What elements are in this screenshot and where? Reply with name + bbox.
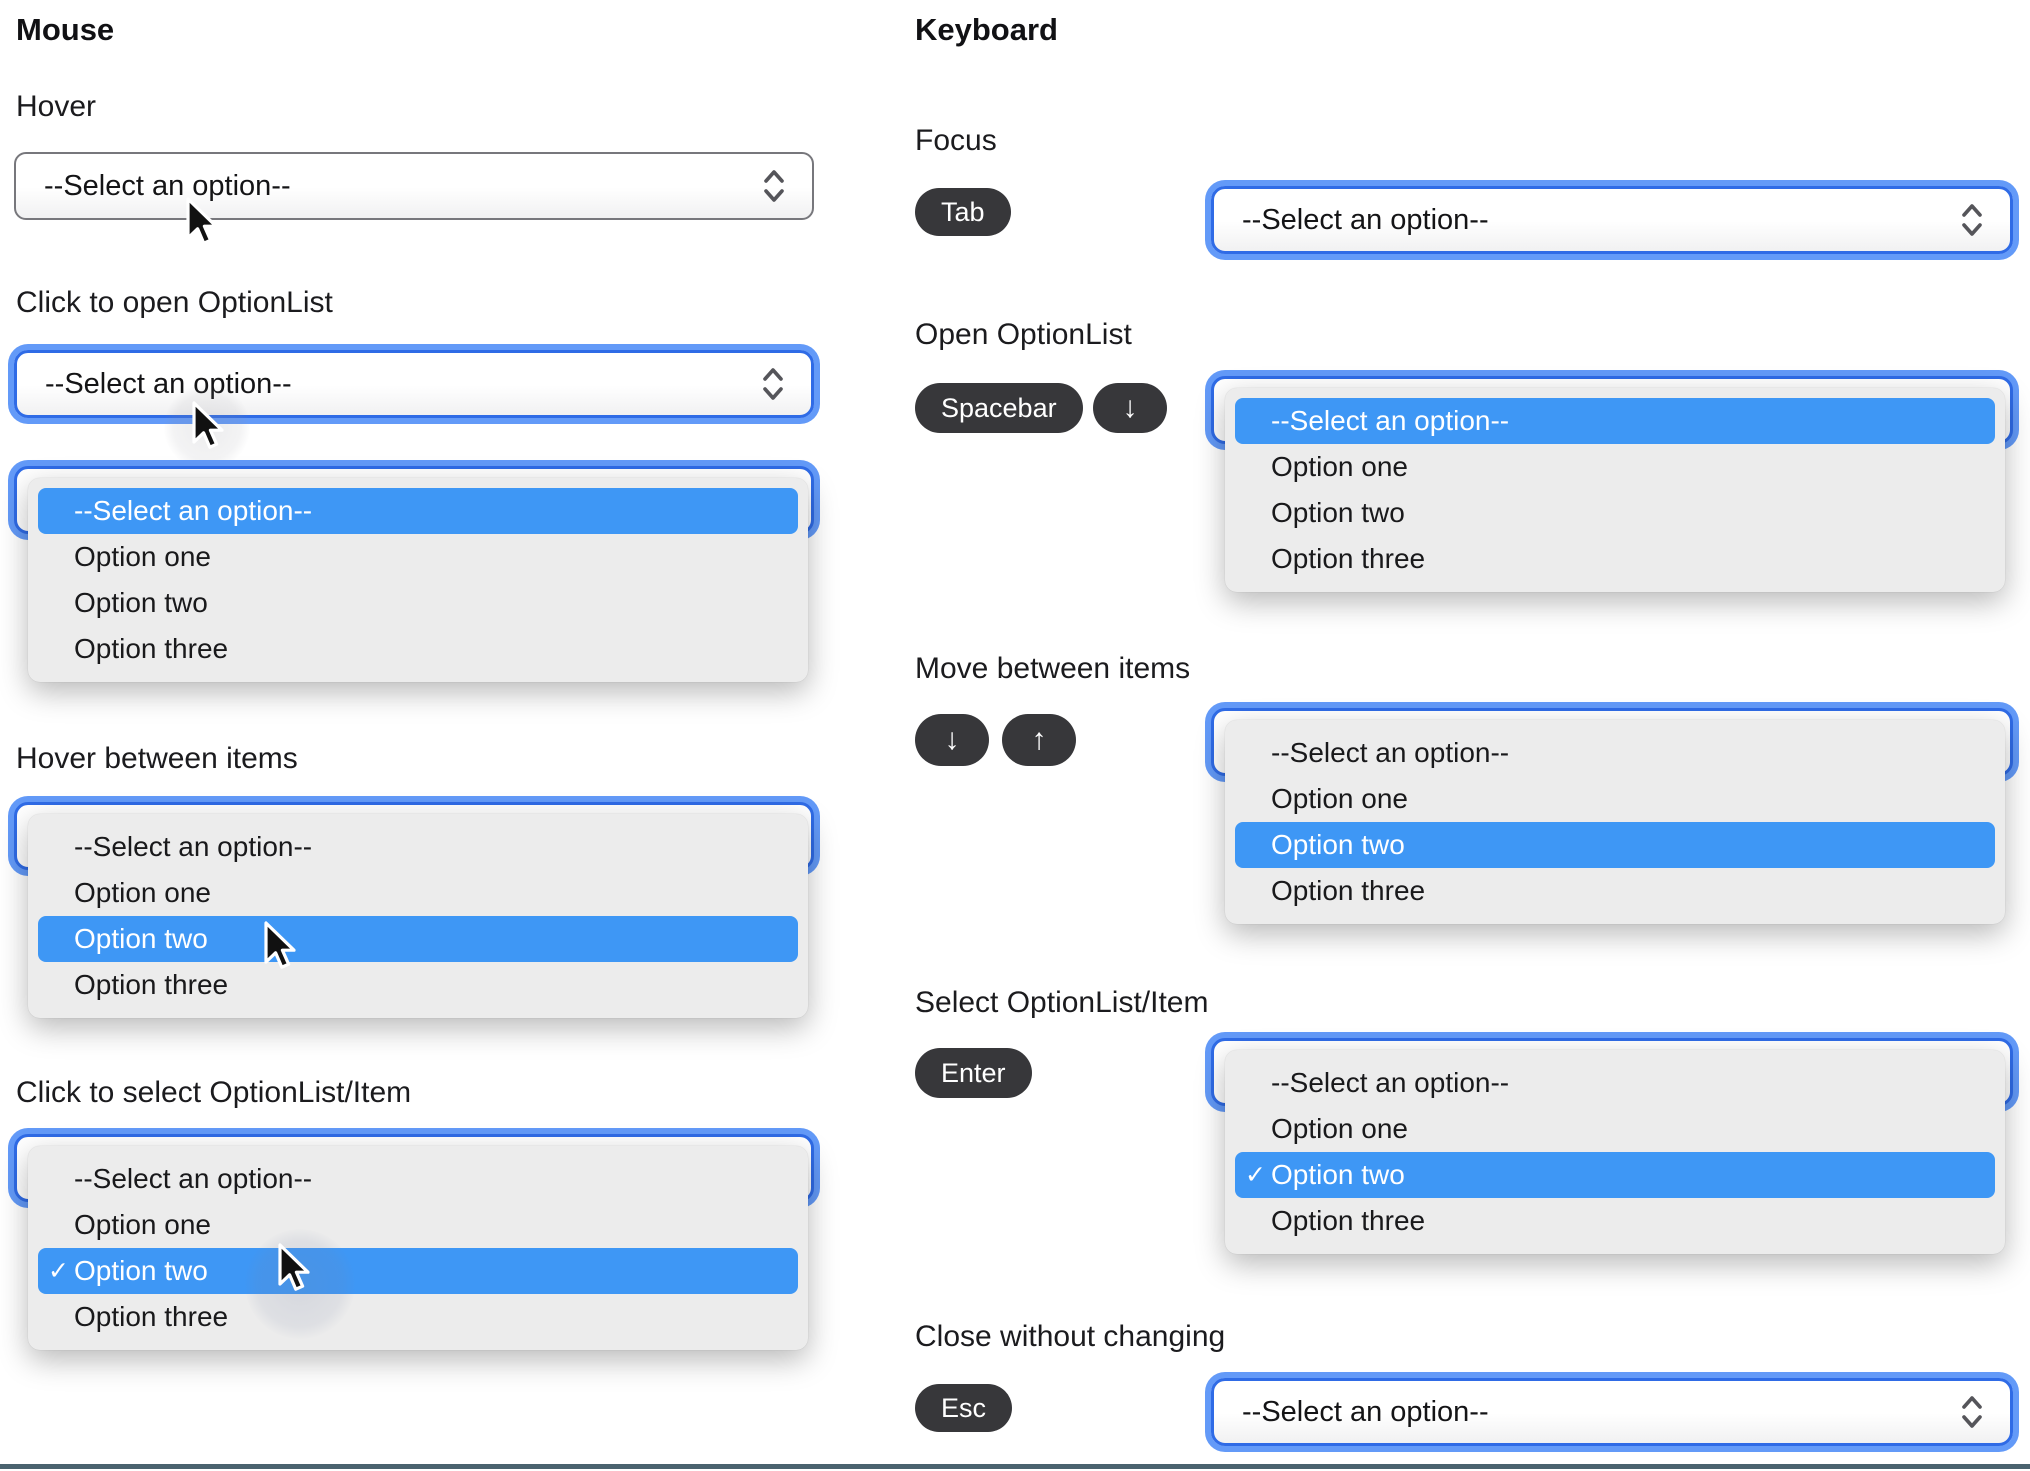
option-row[interactable]: Option two — [1235, 822, 1995, 868]
option-label: --Select an option-- — [74, 495, 313, 526]
option-label: Option two — [1271, 1159, 1405, 1190]
option-label: --Select an option-- — [74, 1163, 313, 1194]
option-label: Option three — [74, 1301, 229, 1332]
select-value: --Select an option-- — [1242, 203, 1489, 236]
optionlist-panel: --Select an option-- Option one Option t… — [28, 478, 808, 682]
option-label: Option two — [1271, 497, 1405, 528]
option-row[interactable]: Option three — [1235, 868, 1995, 914]
option-row[interactable]: Option three — [1235, 1198, 1995, 1244]
option-label: Option three — [1271, 1205, 1426, 1236]
optionlist-panel: --Select an option-- Option one ✓ Option … — [28, 1146, 808, 1350]
option-row[interactable]: Option two — [38, 916, 798, 962]
key-tab: Tab — [915, 188, 1011, 236]
option-row[interactable]: Option one — [38, 1202, 798, 1248]
select-focus-focused[interactable]: --Select an option-- — [1211, 186, 2013, 254]
option-row-selected[interactable]: ✓ Option two — [38, 1248, 798, 1294]
section-label-open: Open OptionList — [915, 318, 1132, 351]
check-icon: ✓ — [1245, 1161, 1266, 1189]
bottom-divider — [0, 1464, 2030, 1469]
section-label-close: Close without changing — [915, 1320, 1226, 1353]
select-value: --Select an option-- — [45, 367, 292, 400]
section-label-click-open: Click to open OptionList — [16, 286, 333, 319]
stepper-icon — [1960, 1393, 1984, 1431]
select-close-focused[interactable]: --Select an option-- — [1211, 1378, 2013, 1446]
keyboard-column-title: Keyboard — [915, 12, 1058, 47]
option-label: Option one — [1271, 1113, 1408, 1144]
key-arrow-up: ↑ — [1002, 714, 1076, 766]
option-row[interactable]: Option one — [1235, 444, 1995, 490]
option-label: Option two — [74, 923, 208, 954]
section-label-hover: Hover — [16, 90, 97, 123]
option-row[interactable]: --Select an option-- — [38, 824, 798, 870]
select-value: --Select an option-- — [1242, 1395, 1489, 1428]
check-icon: ✓ — [48, 1257, 69, 1285]
optionlist-move-kbd: --Select an option-- Option one Option t… — [1211, 708, 2013, 928]
option-label: --Select an option-- — [1271, 1067, 1510, 1098]
section-label-hover-items: Hover between items — [16, 742, 298, 775]
optionlist-panel: --Select an option-- Option one Option t… — [28, 814, 808, 1018]
option-label: Option three — [74, 633, 229, 664]
option-row[interactable]: --Select an option-- — [1235, 398, 1995, 444]
optionlist-panel: --Select an option-- Option one Option t… — [1225, 720, 2005, 924]
section-label-select: Select OptionList/Item — [915, 986, 1209, 1019]
option-label: Option three — [1271, 875, 1426, 906]
click-halo — [164, 384, 250, 470]
option-row[interactable]: Option three — [38, 1294, 798, 1340]
option-label: Option two — [1271, 829, 1405, 860]
optionlist-select-kbd: --Select an option-- Option one ✓ Option … — [1211, 1038, 2013, 1258]
option-row[interactable]: Option three — [1235, 536, 1995, 582]
section-label-focus: Focus — [915, 124, 997, 157]
optionlist-panel: --Select an option-- Option one Option t… — [1225, 388, 2005, 592]
option-row-selected[interactable]: ✓ Option two — [1235, 1152, 1995, 1198]
optionlist-click-select: --Select an option-- Option one ✓ Option … — [14, 1134, 814, 1354]
click-halo — [245, 1229, 355, 1339]
select-hover[interactable]: --Select an option-- — [14, 152, 814, 220]
option-label: Option two — [74, 587, 208, 618]
mouse-column-title: Mouse — [16, 12, 115, 47]
option-row[interactable]: Option two — [1235, 490, 1995, 536]
stepper-icon — [762, 167, 786, 205]
optionlist-panel: --Select an option-- Option one ✓ Option … — [1225, 1050, 2005, 1254]
option-label: Option one — [74, 1209, 211, 1240]
key-enter: Enter — [915, 1048, 1032, 1098]
optionlist-open: --Select an option-- Option one Option t… — [14, 466, 814, 686]
option-row[interactable]: Option one — [38, 534, 798, 580]
key-arrow-down: ↓ — [915, 714, 989, 766]
option-row[interactable]: --Select an option-- — [38, 488, 798, 534]
key-spacebar: Spacebar — [915, 383, 1083, 433]
option-label: Option one — [1271, 783, 1408, 814]
optionlist-open-kbd: --Select an option-- Option one Option t… — [1211, 376, 2013, 596]
optionlist-hover-items: --Select an option-- Option one Option t… — [14, 802, 814, 1022]
stepper-icon — [1960, 201, 1984, 239]
option-row[interactable]: Option three — [38, 962, 798, 1008]
select-value: --Select an option-- — [44, 169, 291, 202]
option-row[interactable]: Option three — [38, 626, 798, 672]
option-row[interactable]: --Select an option-- — [38, 1156, 798, 1202]
option-label: --Select an option-- — [74, 831, 313, 862]
option-label: Option one — [74, 541, 211, 572]
option-label: Option two — [74, 1255, 208, 1286]
option-row[interactable]: Option one — [1235, 776, 1995, 822]
section-label-click-select: Click to select OptionList/Item — [16, 1076, 412, 1109]
option-row[interactable]: Option two — [38, 580, 798, 626]
option-label: Option three — [1271, 543, 1426, 574]
option-row[interactable]: --Select an option-- — [1235, 730, 1995, 776]
option-row[interactable]: --Select an option-- — [1235, 1060, 1995, 1106]
option-row[interactable]: Option one — [1235, 1106, 1995, 1152]
select-click-open-focused[interactable]: --Select an option-- — [14, 350, 814, 418]
option-label: Option three — [74, 969, 229, 1000]
option-label: Option one — [1271, 451, 1408, 482]
option-label: --Select an option-- — [1271, 405, 1510, 436]
stepper-icon — [761, 365, 785, 403]
option-row[interactable]: Option one — [38, 870, 798, 916]
section-label-move: Move between items — [915, 652, 1191, 685]
option-label: --Select an option-- — [1271, 737, 1510, 768]
option-label: Option one — [74, 877, 211, 908]
key-esc: Esc — [915, 1384, 1013, 1432]
key-arrow-down: ↓ — [1093, 383, 1167, 433]
